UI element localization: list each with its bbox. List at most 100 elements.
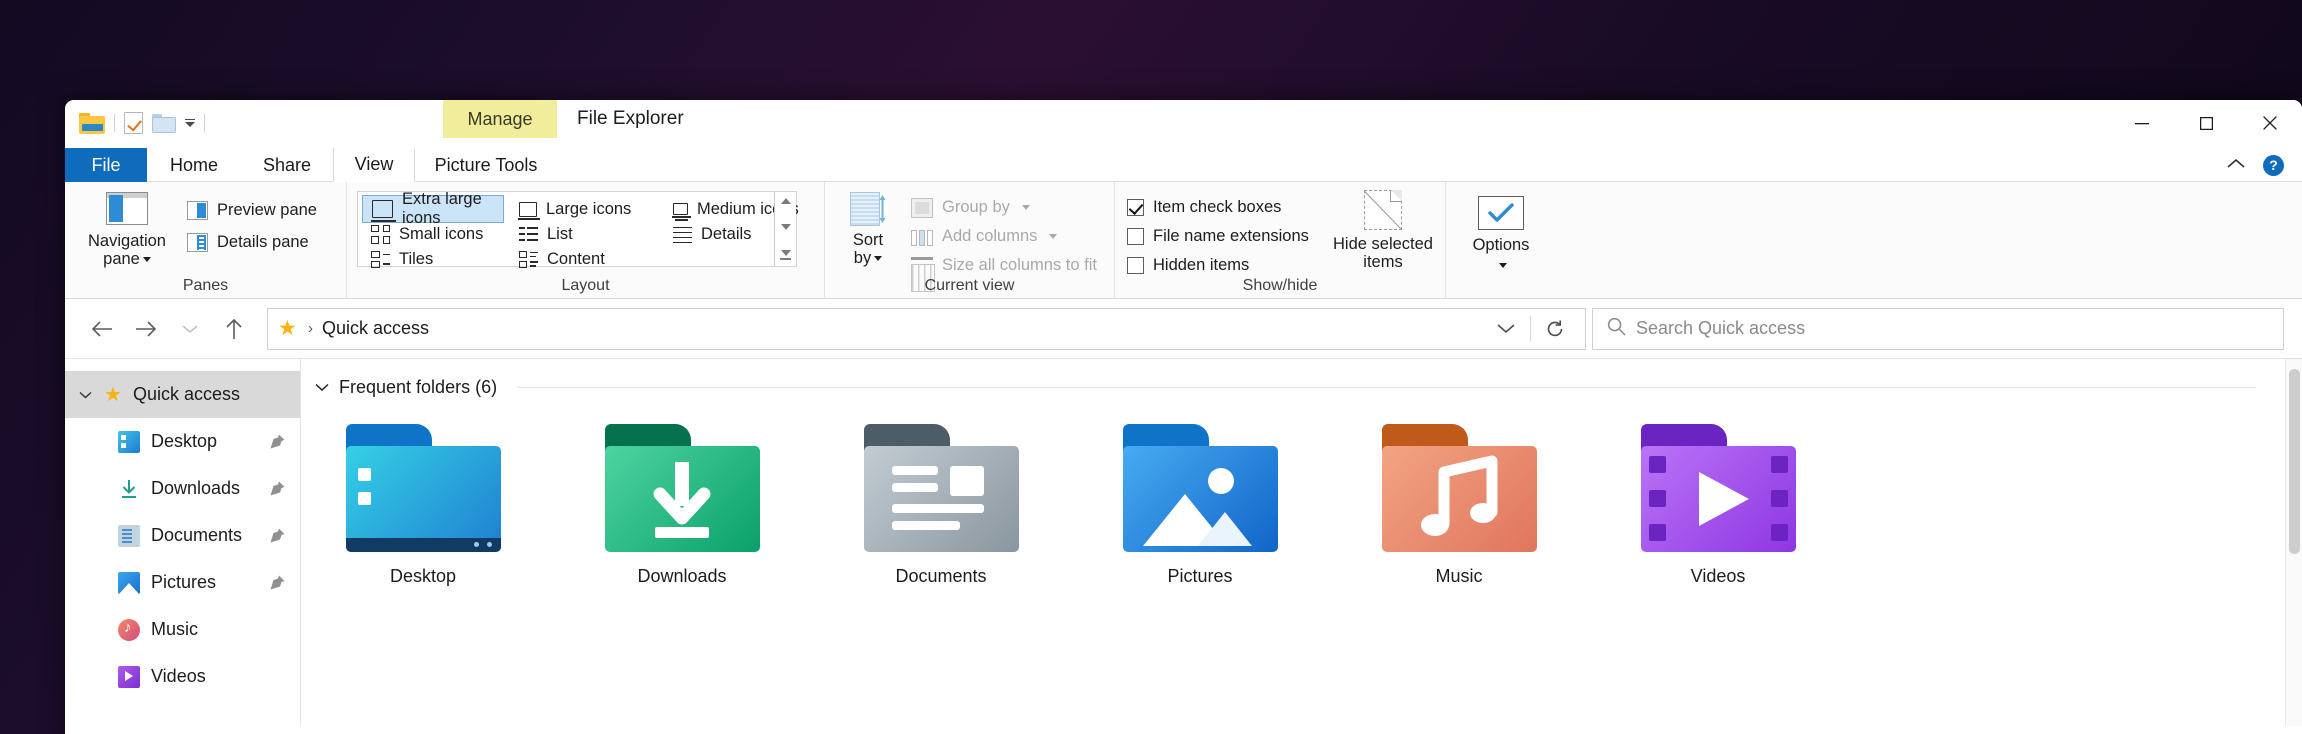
options-icon <box>1478 196 1524 230</box>
contextual-tab-manage[interactable]: Manage <box>443 100 557 138</box>
folder-tile[interactable]: Desktop <box>323 424 523 587</box>
sidebar-item-documents[interactable]: Documents <box>65 512 300 559</box>
quick-access-toolbar <box>79 108 205 138</box>
address-path-field[interactable]: ★ › Quick access <box>267 308 1586 350</box>
recent-locations-icon[interactable] <box>171 310 209 348</box>
breadcrumb-separator: › <box>308 320 313 337</box>
videos-folder-icon <box>1641 424 1796 552</box>
layout-tiles[interactable]: Tiles <box>362 245 504 273</box>
folder-name: Music <box>1435 566 1482 587</box>
new-folder-icon[interactable] <box>152 114 176 133</box>
scroll-down-icon[interactable] <box>781 224 791 230</box>
extra-large-icons-icon <box>372 200 393 218</box>
section-title: Frequent folders (6) <box>339 377 497 398</box>
ribbon-right-controls: ? <box>2227 148 2284 182</box>
sort-by-button[interactable]: Sort by <box>837 192 899 268</box>
navigation-pane-button[interactable]: Navigation pane <box>79 192 175 269</box>
file-name-extensions-checkbox[interactable]: File name extensions <box>1127 222 1309 251</box>
desktop-folder-icon <box>346 424 501 552</box>
folder-tile[interactable]: Videos <box>1618 424 1818 587</box>
folder-tile[interactable]: Documents <box>841 424 1041 587</box>
layout-list[interactable]: List <box>510 220 660 248</box>
close-button[interactable] <box>2238 100 2302 146</box>
chevron-down-icon[interactable] <box>77 391 93 399</box>
group-by-button[interactable]: Group by <box>911 193 1030 222</box>
minimize-button[interactable] <box>2110 100 2174 146</box>
sidebar-item-downloads[interactable]: Downloads <box>65 465 300 512</box>
forward-arrow-icon[interactable] <box>127 310 165 348</box>
refresh-icon[interactable] <box>1535 309 1575 349</box>
folder-name: Downloads <box>637 566 726 587</box>
pin-icon[interactable] <box>269 574 286 591</box>
scroll-up-icon[interactable] <box>781 198 791 204</box>
documents-icon <box>118 525 140 547</box>
sidebar-item-music[interactable]: Music <box>65 606 300 653</box>
size-all-columns-button[interactable]: Size all columns to fit <box>911 251 1097 280</box>
documents-folder-icon <box>864 424 1019 552</box>
layout-scroll-controls[interactable] <box>774 192 796 266</box>
sidebar-item-quick-access[interactable]: ★ Quick access <box>65 371 300 418</box>
checkbox-icon[interactable] <box>1127 257 1144 274</box>
breadcrumb[interactable]: Quick access <box>322 318 429 339</box>
sidebar-item-videos[interactable]: Videos <box>65 653 300 700</box>
sidebar-item-pictures[interactable]: Pictures <box>65 559 300 606</box>
preview-pane-button[interactable]: Preview pane <box>187 196 317 225</box>
folder-tile[interactable]: Pictures <box>1100 424 1300 587</box>
help-icon[interactable]: ? <box>2263 155 2284 176</box>
main-body: ★ Quick access Desktop Downloads <box>65 359 2302 726</box>
pictures-folder-icon <box>1123 424 1278 552</box>
folder-tile[interactable]: Music <box>1359 424 1559 587</box>
group-label-layout: Layout <box>347 277 824 295</box>
section-header: Frequent folders (6) <box>301 359 2302 398</box>
pin-icon[interactable] <box>269 433 286 450</box>
tab-share[interactable]: Share <box>241 148 333 182</box>
checkbox-icon[interactable] <box>1127 199 1144 216</box>
folder-icon[interactable] <box>79 113 105 134</box>
up-arrow-icon[interactable] <box>215 310 253 348</box>
search-icon <box>1607 317 1626 341</box>
layout-large-icons[interactable]: Large icons <box>510 195 660 223</box>
layout-extra-large-icons[interactable]: Extra large icons <box>362 195 504 223</box>
search-box[interactable]: Search Quick access <box>1592 308 2284 350</box>
chevron-up-icon[interactable] <box>2227 156 2245 174</box>
checkbox-icon[interactable] <box>1127 228 1144 245</box>
layout-content[interactable]: Content <box>510 245 660 273</box>
customize-qat-icon[interactable] <box>185 119 195 128</box>
hidden-items-checkbox[interactable]: Hidden items <box>1127 251 1249 280</box>
preview-pane-icon <box>187 201 208 220</box>
ribbon-group-current-view: Sort by Group by Add columns Size all co… <box>825 182 1115 299</box>
hide-selected-items-button[interactable]: Hide selected items <box>1333 190 1433 272</box>
ribbon: Navigation pane Preview pane Details pan… <box>65 182 2302 299</box>
navigation-pane-icon <box>106 192 148 225</box>
back-arrow-icon[interactable] <box>83 310 121 348</box>
folder-name: Videos <box>1691 566 1746 587</box>
pin-icon[interactable] <box>269 480 286 497</box>
content-pane: Frequent folders (6) <box>301 359 2302 726</box>
item-check-boxes-checkbox[interactable]: Item check boxes <box>1127 193 1281 222</box>
pin-icon[interactable] <box>269 527 286 544</box>
sidebar-item-desktop[interactable]: Desktop <box>65 418 300 465</box>
add-columns-button[interactable]: Add columns <box>911 222 1057 251</box>
chevron-down-icon[interactable] <box>1486 309 1526 349</box>
group-by-icon <box>911 198 933 218</box>
tab-view[interactable]: View <box>333 148 415 182</box>
address-bar: ★ › Quick access <box>65 299 2302 359</box>
properties-icon[interactable] <box>124 112 143 134</box>
music-folder-icon <box>1382 424 1537 552</box>
search-input[interactable]: Search Quick access <box>1636 318 1805 339</box>
layout-small-icons[interactable]: Small icons <box>362 220 504 248</box>
tab-file[interactable]: File <box>65 148 147 182</box>
options-button[interactable]: Options <box>1464 196 1538 273</box>
details-pane-button[interactable]: Details pane <box>187 228 309 257</box>
sidebar-item-label: Videos <box>151 666 286 687</box>
scrollbar-thumb[interactable] <box>2289 369 2300 554</box>
content-scrollbar[interactable] <box>2285 359 2302 726</box>
maximize-button[interactable] <box>2174 100 2238 146</box>
tab-picture-tools[interactable]: Picture Tools <box>415 148 557 182</box>
ribbon-group-panes: Navigation pane Preview pane Details pan… <box>65 182 347 299</box>
chevron-down-icon[interactable] <box>315 379 329 396</box>
folder-tile[interactable]: Downloads <box>582 424 782 587</box>
tab-home[interactable]: Home <box>147 148 241 182</box>
layout-more-icon[interactable] <box>780 250 791 260</box>
group-label-current-view: Current view <box>825 277 1114 295</box>
